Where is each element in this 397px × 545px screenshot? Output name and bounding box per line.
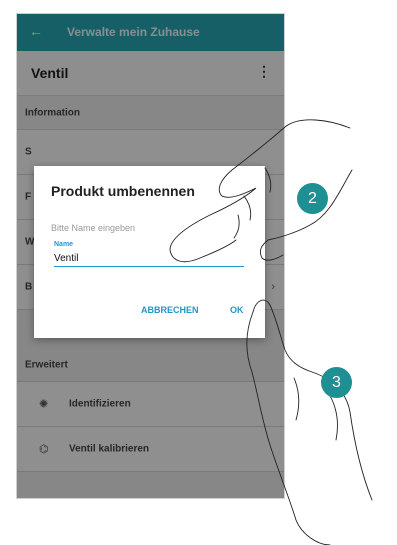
hand-illustration [169,119,373,545]
hand-upper-knuckles [233,167,272,239]
step-badge-3: 3 [321,367,352,398]
step-badge-2: 2 [297,183,328,214]
hand-lower-finger [252,299,373,501]
hand-lower-outline [246,311,331,545]
